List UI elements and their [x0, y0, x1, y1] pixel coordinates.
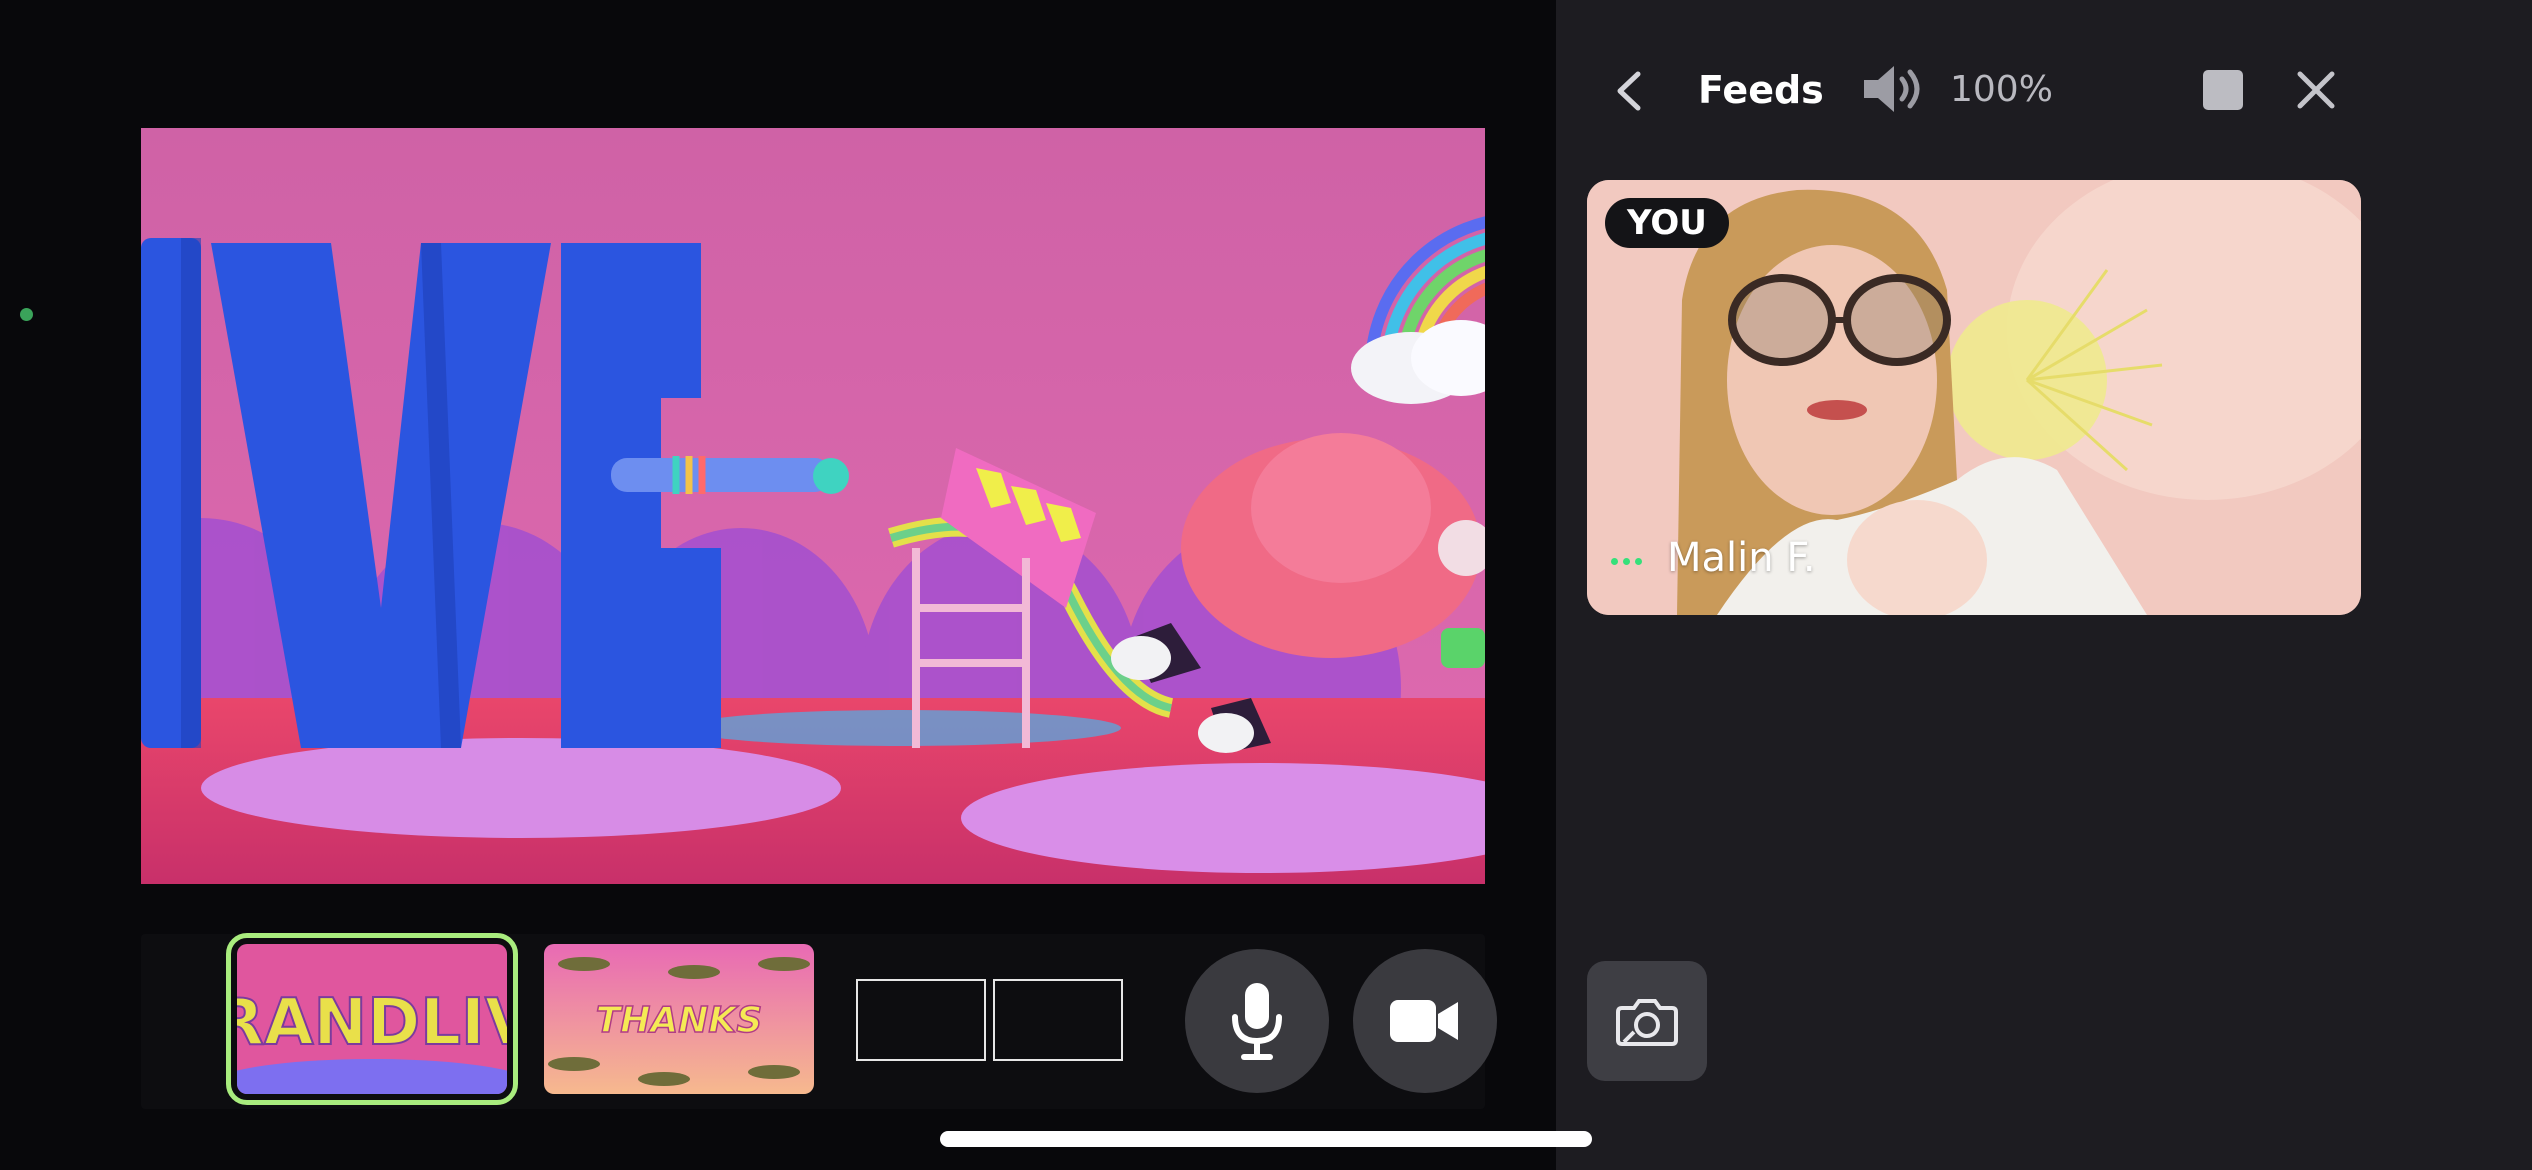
status-dot — [20, 308, 33, 321]
scene-label-thanks: THANKS — [596, 1000, 763, 1041]
home-indicator — [940, 1131, 1592, 1147]
participant-feed-tile[interactable]: YOU Malin F. — [1587, 180, 2361, 615]
back-button[interactable] — [1610, 68, 1650, 114]
two-box-layout-icon[interactable] — [856, 979, 1124, 1061]
scene-bar: BRANDLIVE THANKS — [141, 933, 1497, 1109]
scene-thumbnail-thanks[interactable]: THANKS — [544, 944, 814, 1094]
camera-switch-icon — [1616, 999, 1678, 1046]
participant-name: Malin F. — [1667, 535, 1816, 581]
scene-thumbnail-brandlive[interactable]: BRANDLIVE — [226, 933, 518, 1105]
video-camera-icon — [1390, 1000, 1458, 1042]
camera-button[interactable] — [1353, 949, 1497, 1093]
snapshot-button[interactable] — [1587, 961, 1707, 1081]
speaker-icon — [1864, 66, 1920, 112]
close-button[interactable] — [2296, 70, 2336, 110]
main-stage-preview — [141, 128, 1485, 884]
you-badge: YOU — [1605, 198, 1729, 248]
microphone-icon — [1232, 983, 1282, 1060]
chevron-left-icon — [1617, 71, 1641, 111]
microphone-button[interactable] — [1185, 949, 1329, 1093]
volume-button[interactable] — [1860, 64, 1930, 114]
stop-square-icon[interactable] — [2203, 70, 2243, 110]
close-icon — [2297, 71, 2335, 109]
audio-level-indicator — [1611, 558, 1647, 566]
scene-label-brandlive: BRANDLIVE — [237, 986, 507, 1060]
stage-scene-graphic — [141, 128, 1485, 884]
volume-percent: 100% — [1950, 69, 2053, 110]
panel-title: Feeds — [1698, 68, 1824, 112]
